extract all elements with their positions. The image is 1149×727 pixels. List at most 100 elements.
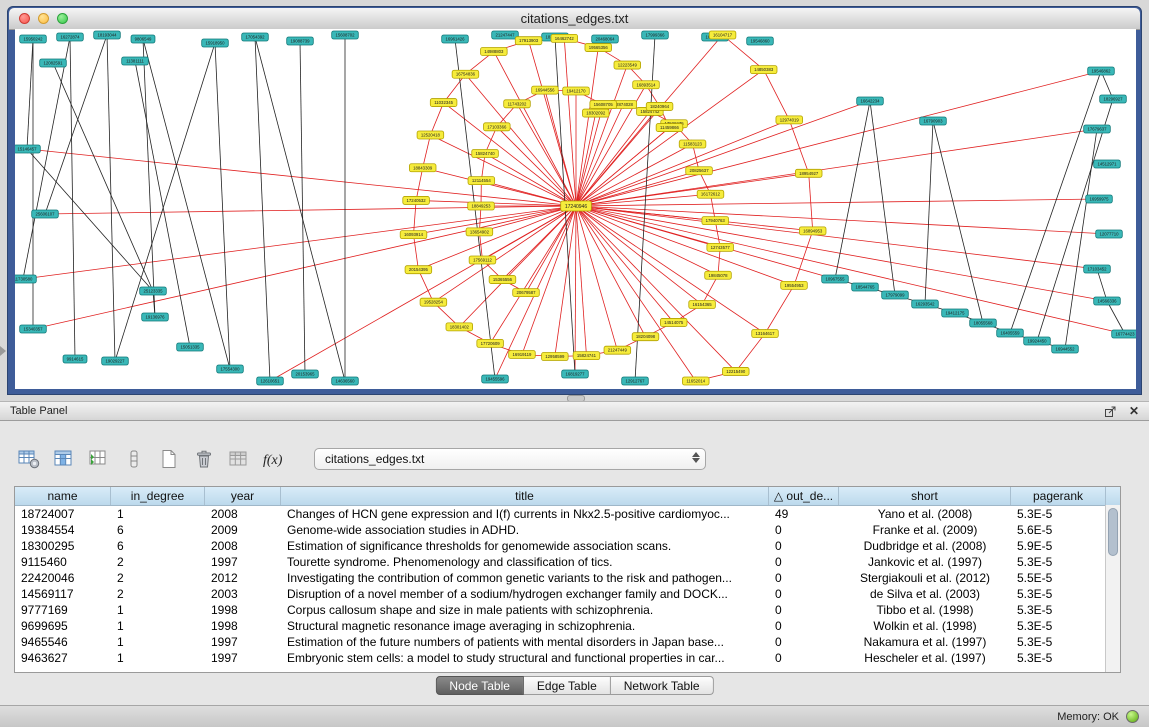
graph-edge[interactable] (27, 149, 153, 291)
graph-edge[interactable] (53, 63, 153, 291)
graph-edge[interactable] (1107, 301, 1125, 334)
create-table-button[interactable] (156, 447, 182, 471)
column-header-year[interactable]: year (205, 487, 281, 505)
table-row[interactable]: 977716911998Corpus callosum shape and si… (15, 602, 1120, 618)
network-canvas[interactable]: 1595024216272874181930449806549120825911… (15, 29, 1136, 389)
graph-edge[interactable] (576, 71, 1101, 206)
table-row[interactable]: 1456911722003Disruption of a novel membe… (15, 586, 1120, 602)
graph-edge[interactable] (423, 135, 431, 168)
graph-edge[interactable] (576, 35, 723, 206)
column-header-in_degree[interactable]: in_degree (111, 487, 205, 505)
panel-collapse-arrow[interactable] (0, 346, 6, 356)
graph-edge[interactable] (27, 39, 33, 149)
table-cell: 1 (111, 650, 205, 666)
table-row[interactable]: 1872400712008Changes of HCN gene express… (15, 506, 1120, 522)
window-titlebar[interactable]: citations_edges.txt (9, 8, 1140, 30)
column-header-short[interactable]: short (839, 487, 1011, 505)
table-row[interactable]: 1830029562008Estimation of significance … (15, 538, 1120, 554)
graph-edge[interactable] (33, 206, 576, 329)
table-row[interactable]: 969969511998Structural magnetic resonanc… (15, 618, 1120, 634)
graph-edge[interactable] (433, 206, 576, 302)
table-row[interactable]: 2242004622012Investigating the contribut… (15, 570, 1120, 586)
graph-node-label: 12077710 (1099, 232, 1119, 237)
column-header-pagerank[interactable]: pagerank (1011, 487, 1106, 505)
graph-edge[interactable] (526, 206, 576, 293)
graph-node-label: 16944556 (535, 88, 555, 93)
table-row[interactable]: 946362711997Embryonic stem cells: a mode… (15, 650, 1120, 666)
graph-edge[interactable] (576, 206, 794, 285)
graph-edge[interactable] (423, 168, 576, 206)
graph-edge[interactable] (794, 231, 813, 285)
table-selector-dropdown[interactable]: citations_edges.txt (314, 448, 706, 470)
table-row[interactable]: 911546021997Tourette syndrome. Phenomeno… (15, 554, 1120, 570)
network-view-window[interactable]: citations_edges.txt 15950242162728741819… (7, 6, 1142, 395)
graph-edge[interactable] (736, 333, 765, 371)
graph-edge[interactable] (835, 101, 870, 279)
select-columns-button[interactable] (51, 447, 77, 471)
graph-edge[interactable] (45, 206, 576, 214)
graph-edge[interactable] (576, 206, 1097, 269)
graph-edge[interactable] (444, 103, 576, 206)
graph-edge[interactable] (933, 121, 983, 323)
graph-node-label: 16893514 (636, 82, 656, 87)
graph-edge[interactable] (418, 206, 576, 270)
window-zoom-button[interactable] (57, 13, 68, 24)
tab-edge-table[interactable]: Edge Table (524, 676, 611, 695)
graph-edge[interactable] (576, 105, 603, 206)
column-header-name[interactable]: name (15, 487, 111, 505)
table-row[interactable]: 946554611997Estimation of the future num… (15, 634, 1120, 650)
window-close-button[interactable] (19, 13, 30, 24)
graph-edge[interactable] (255, 37, 345, 381)
table-header: namein_degreeyeartitle△ out_de...shortpa… (15, 487, 1120, 506)
graph-edge[interactable] (925, 121, 933, 304)
column-header-title[interactable]: title (281, 487, 769, 505)
graph-edge[interactable] (529, 41, 576, 206)
column-header-out_de[interactable]: △ out_de... (769, 487, 839, 505)
graph-edge[interactable] (517, 104, 576, 206)
graph-edge[interactable] (418, 270, 433, 302)
vertical-scrollbar[interactable] (1105, 505, 1120, 673)
graph-edge[interactable] (764, 70, 790, 120)
graph-edge[interactable] (870, 101, 895, 295)
graph-edge[interactable] (23, 37, 70, 279)
new-column-button[interactable] (86, 447, 112, 471)
graph-edge[interactable] (416, 168, 423, 201)
table-settings-button[interactable] (16, 447, 42, 471)
graph-edge[interactable] (765, 285, 794, 333)
table-cell: 5.3E-5 (1011, 586, 1106, 602)
graph-edge[interactable] (255, 37, 270, 381)
float-panel-button[interactable] (1104, 405, 1117, 418)
graph-edge[interactable] (143, 39, 155, 317)
graph-edge[interactable] (545, 90, 576, 206)
graph-node-label: 19088739 (290, 39, 310, 44)
graph-edge[interactable] (564, 38, 576, 206)
memory-led-icon[interactable] (1126, 710, 1139, 723)
graph-edge[interactable] (575, 206, 576, 374)
function-builder-button[interactable]: f(x) (261, 447, 287, 471)
table-cell: Tourette syndrome. Phenomenology and cla… (281, 554, 769, 570)
graph-edge[interactable] (465, 74, 576, 206)
graph-edge[interactable] (576, 206, 586, 356)
close-panel-button[interactable]: ✕ (1129, 404, 1139, 418)
table-cell: Wolkin et al. (1998) (839, 618, 1011, 634)
tab-node-table[interactable]: Node Table (435, 676, 524, 695)
graph-edge[interactable] (430, 103, 443, 135)
graph-edge[interactable] (809, 173, 813, 231)
window-minimize-button[interactable] (38, 13, 49, 24)
graph-edge[interactable] (430, 135, 576, 206)
table-row[interactable]: 1938455462009Genome-wide association stu… (15, 522, 1120, 538)
import-table-button[interactable] (226, 447, 252, 471)
tab-network-table[interactable]: Network Table (611, 676, 714, 695)
graph-edge[interactable] (23, 206, 576, 279)
graph-edge[interactable] (576, 70, 764, 206)
graph-edge[interactable] (576, 206, 645, 337)
delete-table-button[interactable] (191, 447, 217, 471)
new-row-button[interactable] (121, 447, 147, 471)
graph-edge[interactable] (300, 41, 305, 374)
graph-edge[interactable] (576, 199, 1099, 206)
graph-node-label: 15824741 (577, 353, 597, 358)
scrollbar-thumb[interactable] (1108, 508, 1118, 556)
graph-edge[interactable] (414, 200, 417, 234)
graph-edge[interactable] (414, 235, 419, 270)
graph-edge[interactable] (1097, 269, 1107, 301)
